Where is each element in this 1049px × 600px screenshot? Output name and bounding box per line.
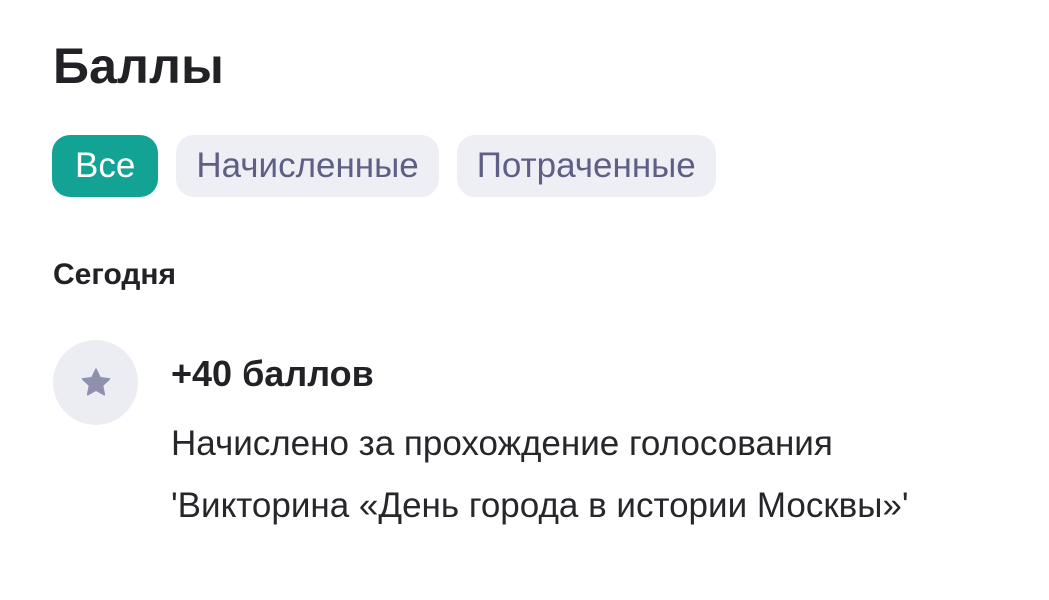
transaction-icon-circle: [53, 340, 138, 425]
tab-spent[interactable]: Потраченные: [456, 135, 716, 197]
points-amount: +40 баллов: [171, 353, 374, 394]
filter-tabs: Все Начисленные Потраченные: [52, 135, 716, 197]
section-date-label: Сегодня: [53, 258, 177, 291]
star-icon: [81, 367, 110, 395]
transaction-description: Начислено за прохождение голосования 'Ви…: [171, 424, 909, 525]
points-page: Баллы Все Начисленные Потраченные Сегодн…: [0, 0, 1049, 600]
page-title: Баллы: [53, 38, 224, 94]
tab-accrued[interactable]: Начисленные: [176, 135, 439, 197]
tab-all[interactable]: Все: [52, 135, 159, 197]
